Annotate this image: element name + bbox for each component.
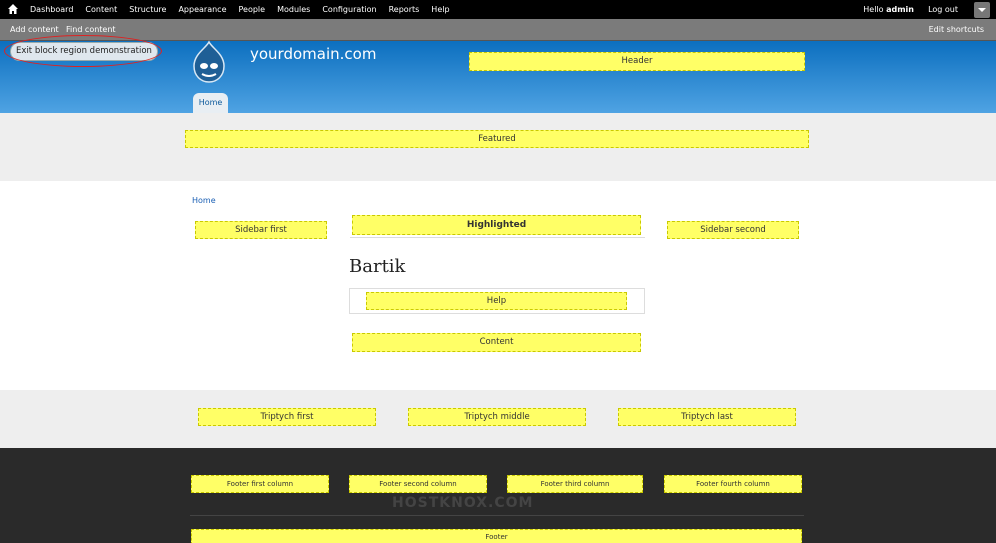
region-footer: Footer bbox=[191, 529, 802, 543]
region-footer-second: Footer second column bbox=[349, 475, 487, 493]
menu-people[interactable]: People bbox=[239, 5, 272, 14]
region-triptych-last: Triptych last bbox=[618, 408, 796, 426]
menu-content[interactable]: Content bbox=[85, 5, 123, 14]
tab-home[interactable]: Home bbox=[193, 93, 228, 113]
region-sidebar-second: Sidebar second bbox=[667, 221, 799, 239]
hello-label: Hello bbox=[863, 5, 884, 14]
menu-reports[interactable]: Reports bbox=[389, 5, 426, 14]
menu-configuration[interactable]: Configuration bbox=[322, 5, 382, 14]
exit-demonstration-button[interactable]: Exit block region demonstration bbox=[10, 42, 158, 61]
user-greeting: Hello admin bbox=[863, 0, 914, 19]
region-footer-fourth: Footer fourth column bbox=[664, 475, 802, 493]
highlighted-divider bbox=[350, 237, 645, 238]
region-footer-first: Footer first column bbox=[191, 475, 329, 493]
admin-toolbar: Dashboard Content Structure Appearance P… bbox=[0, 0, 996, 19]
home-icon[interactable] bbox=[7, 3, 19, 15]
watermark: HOSTKNOX.COM bbox=[392, 495, 534, 511]
drupal-logo-icon[interactable] bbox=[190, 40, 228, 84]
menu-appearance[interactable]: Appearance bbox=[178, 5, 232, 14]
region-footer-third: Footer third column bbox=[507, 475, 643, 493]
menu-structure[interactable]: Structure bbox=[129, 5, 172, 14]
shortcut-find-content[interactable]: Find content bbox=[66, 25, 116, 34]
region-header: Header bbox=[469, 52, 805, 71]
admin-menu: Dashboard Content Structure Appearance P… bbox=[30, 0, 456, 19]
menu-modules[interactable]: Modules bbox=[277, 5, 316, 14]
logout-link[interactable]: Log out bbox=[928, 0, 958, 19]
breadcrumb[interactable]: Home bbox=[192, 196, 216, 205]
menu-dashboard[interactable]: Dashboard bbox=[30, 5, 79, 14]
region-highlighted: Highlighted bbox=[352, 215, 641, 235]
region-triptych-first: Triptych first bbox=[198, 408, 376, 426]
region-help: Help bbox=[366, 292, 627, 310]
region-sidebar-first: Sidebar first bbox=[195, 221, 327, 239]
shortcut-add-content[interactable]: Add content bbox=[10, 25, 59, 34]
region-featured: Featured bbox=[185, 130, 809, 148]
page-title: Bartik bbox=[349, 256, 406, 277]
footer-divider bbox=[190, 515, 804, 516]
region-content: Content bbox=[352, 333, 641, 352]
region-triptych-middle: Triptych middle bbox=[408, 408, 586, 426]
menu-help[interactable]: Help bbox=[431, 5, 455, 14]
edit-shortcuts-link[interactable]: Edit shortcuts bbox=[929, 25, 984, 34]
shortcut-bar: Add content Find content Edit shortcuts bbox=[0, 19, 996, 41]
username-link[interactable]: admin bbox=[886, 5, 914, 14]
shortcuts-toggle-button[interactable] bbox=[974, 2, 990, 18]
site-name[interactable]: yourdomain.com bbox=[250, 45, 376, 63]
